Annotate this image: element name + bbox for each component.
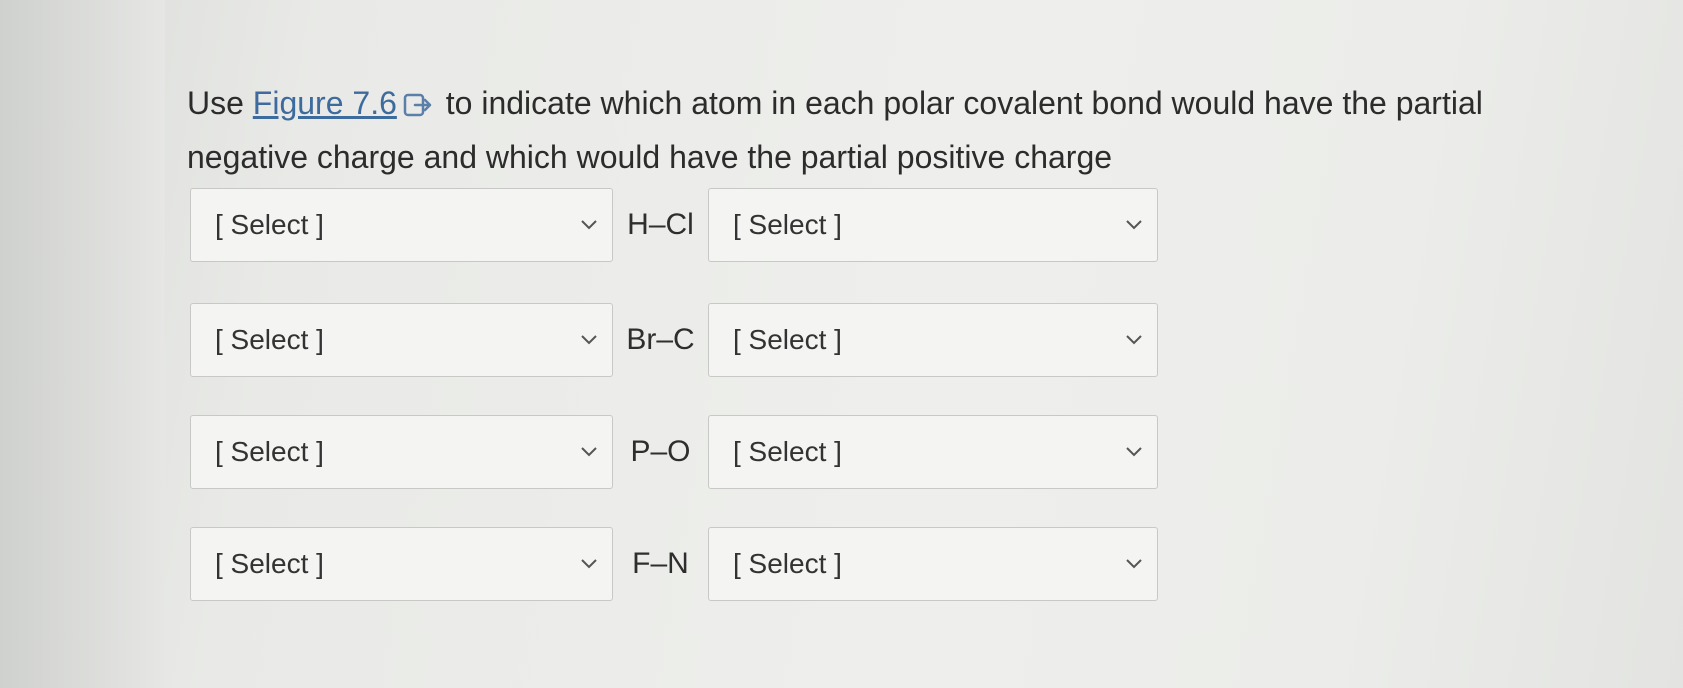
- chevron-down-icon: [581, 447, 597, 457]
- bond-label: F–N: [632, 547, 689, 580]
- chevron-down-icon: [1126, 335, 1142, 345]
- bond-label: P–O: [630, 435, 691, 468]
- bond-row-p-o: [ Select ] P–O [ Select ]: [190, 415, 1158, 489]
- bond-label: Br–C: [626, 323, 695, 356]
- bond-label: H–Cl: [627, 208, 694, 241]
- partial-charge-select-right[interactable]: [ Select ]: [708, 415, 1158, 489]
- select-value: [ Select ]: [733, 548, 842, 579]
- select-value: [ Select ]: [215, 209, 324, 240]
- figure-link[interactable]: Figure 7.6: [253, 85, 397, 121]
- bond-row-f-n: [ Select ] F–N [ Select ]: [190, 527, 1158, 601]
- chevron-down-icon: [1126, 220, 1142, 230]
- bond-row-h-cl: [ Select ] H–Cl [ Select ]: [190, 188, 1158, 262]
- partial-charge-select-left[interactable]: [ Select ]: [190, 303, 613, 377]
- partial-charge-select-right[interactable]: [ Select ]: [708, 303, 1158, 377]
- select-value: [ Select ]: [733, 209, 842, 240]
- external-link-icon[interactable]: [403, 82, 433, 132]
- question-text: Use Figure 7.6 to indicate which atom in…: [187, 78, 1517, 182]
- quiz-page: Use Figure 7.6 to indicate which atom in…: [165, 0, 1683, 688]
- question-prefix: Use: [187, 85, 253, 121]
- screen-bezel: [0, 0, 165, 688]
- partial-charge-select-right[interactable]: [ Select ]: [708, 188, 1158, 262]
- partial-charge-select-left[interactable]: [ Select ]: [190, 527, 613, 601]
- partial-charge-select-left[interactable]: [ Select ]: [190, 188, 613, 262]
- chevron-down-icon: [581, 220, 597, 230]
- chevron-down-icon: [1126, 447, 1142, 457]
- partial-charge-select-left[interactable]: [ Select ]: [190, 415, 613, 489]
- select-value: [ Select ]: [215, 548, 324, 579]
- chevron-down-icon: [581, 559, 597, 569]
- select-value: [ Select ]: [733, 436, 842, 467]
- chevron-down-icon: [1126, 559, 1142, 569]
- select-value: [ Select ]: [215, 324, 324, 355]
- bond-row-br-c: [ Select ] Br–C [ Select ]: [190, 303, 1158, 377]
- select-value: [ Select ]: [733, 324, 842, 355]
- partial-charge-select-right[interactable]: [ Select ]: [708, 527, 1158, 601]
- chevron-down-icon: [581, 335, 597, 345]
- select-value: [ Select ]: [215, 436, 324, 467]
